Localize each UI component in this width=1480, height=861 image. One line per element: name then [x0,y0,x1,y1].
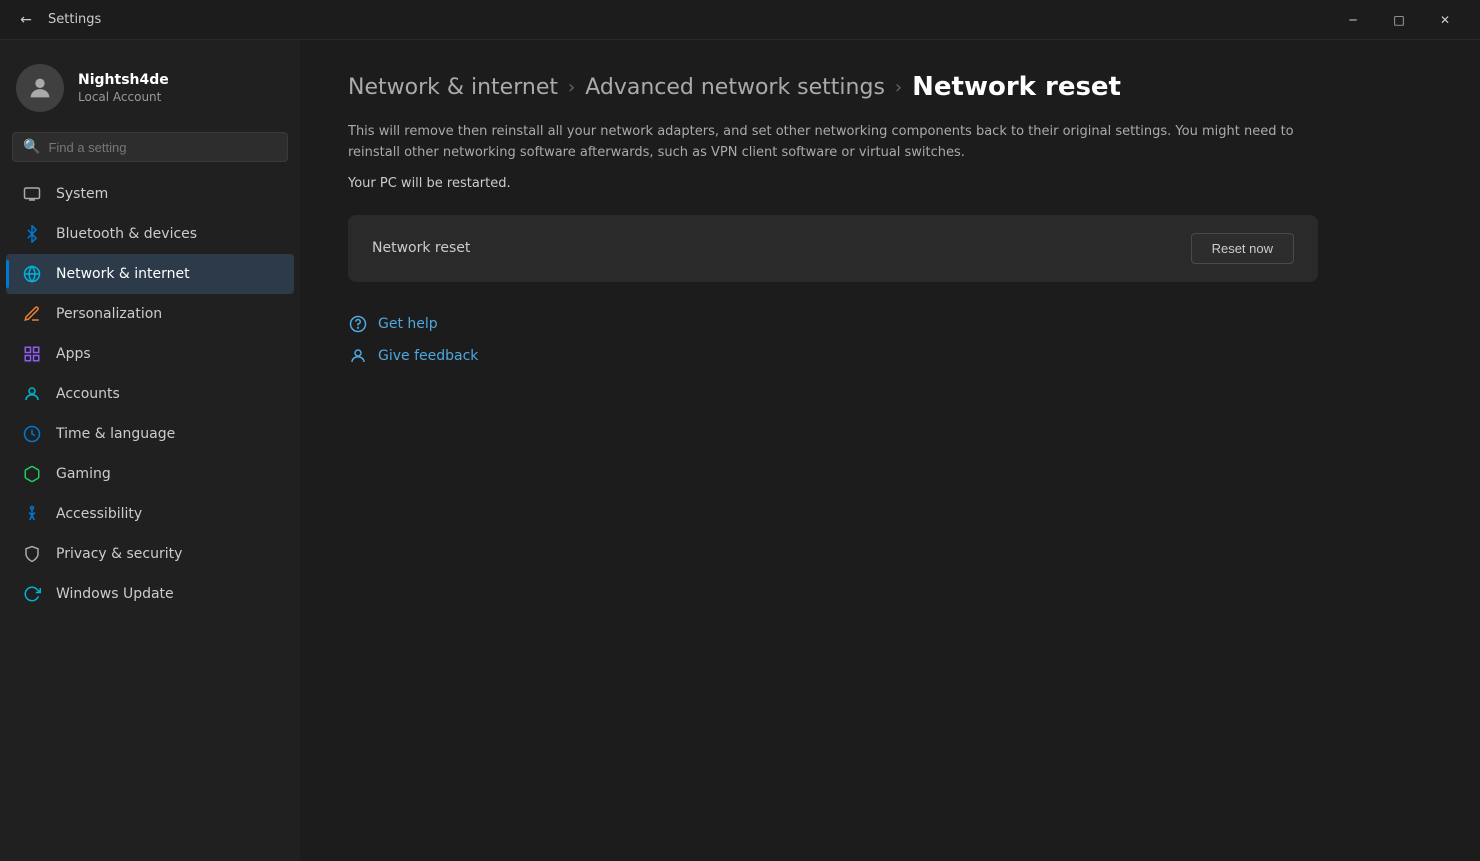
time-icon [22,424,42,444]
minimize-button[interactable]: ─ [1330,0,1376,40]
search-icon: 🔍 [23,139,40,155]
update-icon [22,584,42,604]
sidebar-item-gaming[interactable]: Gaming [6,454,294,494]
close-button[interactable]: ✕ [1422,0,1468,40]
window-controls: ─ □ ✕ [1330,0,1468,40]
sidebar-item-personalization[interactable]: Personalization [6,294,294,334]
breadcrumb-current: Network reset [912,72,1121,102]
sidebar-label-update: Windows Update [56,586,174,602]
breadcrumb-advanced[interactable]: Advanced network settings [585,75,885,100]
network-reset-card: Network reset Reset now [348,215,1318,282]
sidebar-item-system[interactable]: System [6,174,294,214]
sidebar: Nightsh4de Local Account 🔍 System Blueto… [0,40,300,861]
search-box[interactable]: 🔍 [12,132,288,162]
give-feedback-icon [348,346,368,366]
sidebar-label-privacy: Privacy & security [56,546,182,562]
accounts-icon [22,384,42,404]
sidebar-item-bluetooth[interactable]: Bluetooth & devices [6,214,294,254]
reset-card-label: Network reset [372,240,470,256]
sidebar-item-update[interactable]: Windows Update [6,574,294,614]
titlebar: ← Settings ─ □ ✕ [0,0,1480,40]
sidebar-item-time[interactable]: Time & language [6,414,294,454]
personalization-icon [22,304,42,324]
sidebar-item-privacy[interactable]: Privacy & security [6,534,294,574]
system-icon [22,184,42,204]
breadcrumb: Network & internet › Advanced network se… [348,72,1432,102]
sidebar-label-system: System [56,186,108,202]
sidebar-label-gaming: Gaming [56,466,111,482]
sidebar-label-bluetooth: Bluetooth & devices [56,226,197,242]
breadcrumb-sep-1: › [568,77,575,98]
help-links: Get help Give feedback [348,314,1432,366]
get-help-icon [348,314,368,334]
get-help-link[interactable]: Get help [348,314,1432,334]
sidebar-item-network[interactable]: Network & internet [6,254,294,294]
nav-list: System Bluetooth & devices Network & int… [0,174,300,614]
maximize-button[interactable]: □ [1376,0,1422,40]
back-button[interactable]: ← [12,6,40,34]
search-input[interactable] [48,140,277,155]
network-icon [22,264,42,284]
breadcrumb-network[interactable]: Network & internet [348,75,558,100]
description: This will remove then reinstall all your… [348,122,1308,164]
user-subtitle: Local Account [78,90,169,104]
accessibility-icon [22,504,42,524]
reset-now-button[interactable]: Reset now [1191,233,1294,264]
user-info: Nightsh4de Local Account [78,72,169,104]
app-container: Nightsh4de Local Account 🔍 System Blueto… [0,40,1480,861]
gaming-icon [22,464,42,484]
breadcrumb-sep-2: › [895,77,902,98]
sidebar-item-accessibility[interactable]: Accessibility [6,494,294,534]
sidebar-label-time: Time & language [56,426,175,442]
give-feedback-link[interactable]: Give feedback [348,346,1432,366]
apps-icon [22,344,42,364]
bluetooth-icon [22,224,42,244]
main-content: Network & internet › Advanced network se… [300,40,1480,861]
titlebar-title: Settings [48,12,1330,27]
sidebar-label-network: Network & internet [56,266,190,282]
sidebar-item-accounts[interactable]: Accounts [6,374,294,414]
restart-notice: Your PC will be restarted. [348,176,1432,191]
sidebar-label-apps: Apps [56,346,91,362]
sidebar-label-personalization: Personalization [56,306,162,322]
sidebar-item-apps[interactable]: Apps [6,334,294,374]
user-name: Nightsh4de [78,72,169,88]
privacy-icon [22,544,42,564]
sidebar-label-accessibility: Accessibility [56,506,142,522]
avatar [16,64,64,112]
user-profile: Nightsh4de Local Account [0,52,300,132]
sidebar-label-accounts: Accounts [56,386,120,402]
